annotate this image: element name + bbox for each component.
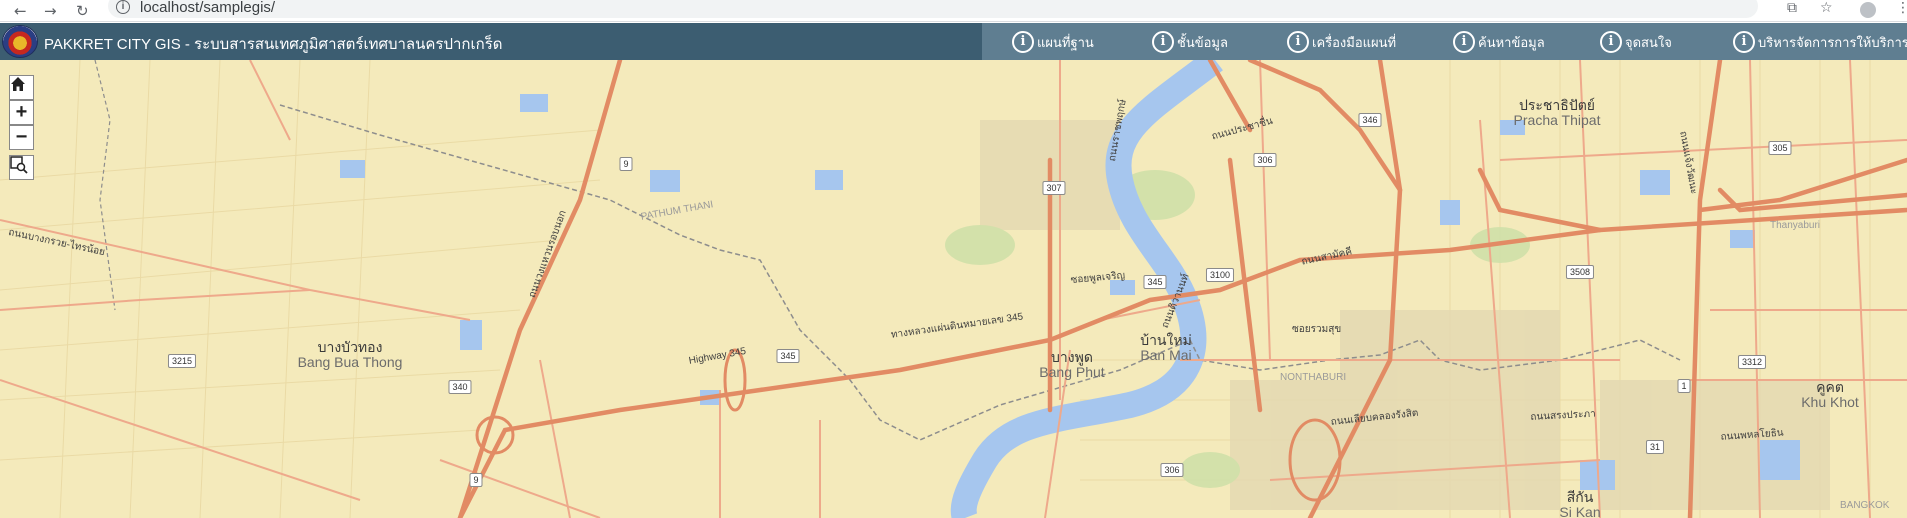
menu-basemap-label: แผนที่ฐาน xyxy=(1037,34,1094,50)
zoom-in-button[interactable]: + xyxy=(9,100,34,125)
bookmark-star-icon[interactable]: ☆ xyxy=(1820,0,1833,16)
info-icon: i xyxy=(1733,31,1755,53)
home-button[interactable] xyxy=(9,75,34,100)
menu-poi[interactable]: i จุดสนใจ xyxy=(1600,28,1672,56)
app-header: PAKKRET CITY GIS - ระบบสารสนเทศภูมิศาสตร… xyxy=(0,23,1907,60)
province-label: BANGKOK xyxy=(1840,500,1890,511)
route-shield: 3100 xyxy=(1205,268,1235,282)
route-shield: 305 xyxy=(1768,141,1792,155)
reload-icon[interactable]: ↻ xyxy=(76,2,89,20)
back-icon[interactable]: ← xyxy=(14,2,27,20)
route-shield: 345 xyxy=(776,349,800,363)
menu-service-management-label: บริหารจัดการการให้บริการ xyxy=(1758,34,1907,50)
route-shield: 3312 xyxy=(1737,355,1767,369)
info-icon: i xyxy=(1287,31,1309,53)
menu-map-tools[interactable]: i เครื่องมือแผนที่ xyxy=(1287,28,1396,56)
municipality-logo xyxy=(2,25,38,58)
kebab-menu-icon[interactable]: ⋮ xyxy=(1896,0,1907,16)
menu-layers-label: ชั้นข้อมูล xyxy=(1177,34,1228,50)
route-shield: 307 xyxy=(1042,181,1066,195)
zoom-box-icon xyxy=(10,156,28,174)
place-ban-mai: บ้านใหม่ Ban Mai xyxy=(1140,332,1192,363)
route-shield: 306 xyxy=(1160,463,1184,477)
forward-icon[interactable]: → xyxy=(44,2,57,20)
place-si-kan: สีกัน Si Kan xyxy=(1559,489,1601,518)
home-icon xyxy=(11,77,25,91)
info-icon: i xyxy=(1012,31,1034,53)
profile-avatar-icon[interactable] xyxy=(1860,2,1876,18)
menu-search[interactable]: i ค้นหาข้อมูล xyxy=(1453,28,1545,56)
place-pracha-thipat: ประชาธิปัตย์ Pracha Thipat xyxy=(1513,97,1601,128)
route-shield: 340 xyxy=(448,380,472,394)
url-text[interactable]: localhost/samplegis/ xyxy=(140,0,275,16)
menu-basemap[interactable]: i แผนที่ฐาน xyxy=(1012,28,1094,56)
basemap-graphics xyxy=(0,60,1907,518)
road-label: ซอยรวมสุข xyxy=(1292,324,1342,335)
route-shield: 9 xyxy=(619,157,633,171)
route-shield: 306 xyxy=(1253,153,1277,167)
info-icon: i xyxy=(1152,31,1174,53)
site-info-icon[interactable]: i xyxy=(116,0,130,14)
browser-toolbar: ← → ↻ i localhost/samplegis/ ⧉ ☆ ⋮ xyxy=(0,0,1907,22)
district-boundary-west xyxy=(94,60,116,311)
info-icon: i xyxy=(1600,31,1622,53)
route-shield: 1 xyxy=(1677,379,1691,393)
route-shield: 345 xyxy=(1143,275,1167,289)
map-view[interactable]: บางบัวทอง Bang Bua Thong บางพูด Bang Phu… xyxy=(0,60,1907,518)
translate-icon[interactable]: ⧉ xyxy=(1787,0,1797,16)
place-bang-bua-thong: บางบัวทอง Bang Bua Thong xyxy=(297,339,403,370)
route-shield: 9 xyxy=(469,473,483,487)
place-bang-phut: บางพูด Bang Phut xyxy=(1039,349,1105,380)
menu-service-management[interactable]: i บริหารจัดการการให้บริการ xyxy=(1733,28,1907,56)
address-bar[interactable] xyxy=(108,0,1758,18)
province-label: NONTHABURI xyxy=(1280,372,1347,383)
district-label: Thanyaburi xyxy=(1770,220,1821,231)
zoom-box-button[interactable] xyxy=(9,155,34,180)
info-icon: i xyxy=(1453,31,1475,53)
route-shield: 346 xyxy=(1358,113,1382,127)
menu-search-label: ค้นหาข้อมูล xyxy=(1478,34,1545,50)
menu-map-tools-label: เครื่องมือแผนที่ xyxy=(1312,34,1397,50)
zoom-out-button[interactable]: − xyxy=(9,125,34,150)
route-shield: 3215 xyxy=(167,354,197,368)
place-khu-khot: คูคต Khu Khot xyxy=(1801,379,1859,410)
menu-layers[interactable]: i ชั้นข้อมูล xyxy=(1152,28,1228,56)
route-shield: 3508 xyxy=(1565,265,1595,279)
route-shield: 31 xyxy=(1645,440,1665,454)
app-title: PAKKRET CITY GIS - ระบบสารสนเทศภูมิศาสตร… xyxy=(44,36,503,53)
menu-poi-label: จุดสนใจ xyxy=(1625,34,1672,50)
